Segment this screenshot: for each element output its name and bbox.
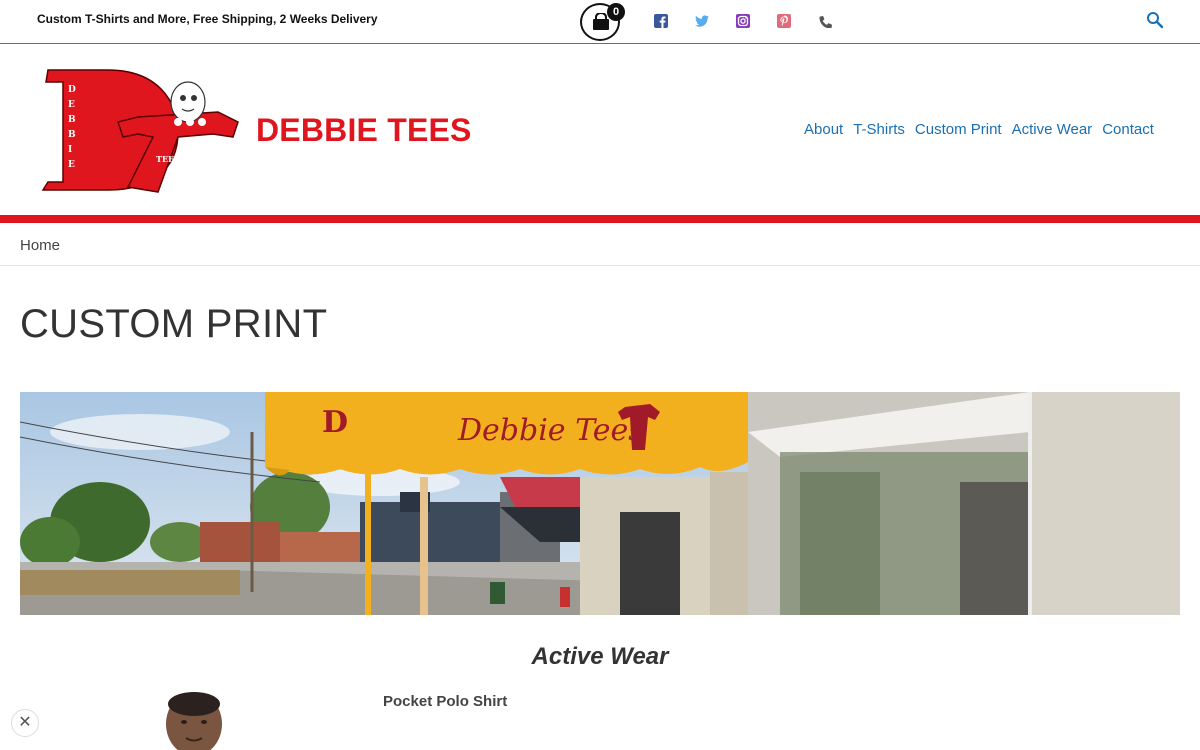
phone-icon[interactable] [818,14,832,28]
svg-text:I: I [68,145,72,155]
section-title: Active Wear [531,643,669,670]
product-name[interactable]: Pocket Polo Shirt [383,693,507,710]
page-title: CUSTOM PRINT [20,302,328,346]
pinterest-icon[interactable] [777,14,791,28]
nav-about[interactable]: About [804,121,843,138]
svg-text:D: D [68,85,76,95]
search-icon[interactable] [1146,11,1164,29]
storefront-banner-image: Debbie Tees D [20,392,1180,615]
svg-text:B: B [68,130,76,140]
nav-custom-print[interactable]: Custom Print [915,121,1002,138]
breadcrumb-home[interactable]: Home [20,237,60,254]
debbie-tees-logo-icon: D E B B I E TEES [41,69,239,193]
close-button[interactable]: ✕ [11,709,39,737]
facebook-icon[interactable] [654,14,668,28]
breadcrumb: Home [0,224,1200,266]
svg-text:E: E [68,100,75,110]
nav-t-shirts[interactable]: T-Shirts [853,121,905,138]
instagram-icon[interactable] [736,14,750,28]
top-bar: Custom T-Shirts and More, Free Shipping,… [0,0,1200,44]
svg-text:E: E [68,160,75,170]
brand-name[interactable]: DEBBIE TEES [256,112,472,149]
twitter-icon[interactable] [695,14,709,28]
awning-sign-text: Debbie Tees [457,413,644,448]
svg-text:TEES: TEES [156,154,180,164]
site-logo[interactable]: D E B B I E TEES [38,62,240,200]
model-photo [166,692,222,750]
storefront-photo: Debbie Tees D [20,392,1180,615]
product-thumbnail[interactable] [160,690,230,750]
svg-text:D: D [322,405,348,440]
cart-count-badge: 0 [607,3,625,21]
main-nav: About T-Shirts Custom Print Active Wear … [804,121,1154,138]
tagline: Custom T-Shirts and More, Free Shipping,… [37,12,378,26]
nav-active-wear[interactable]: Active Wear [1012,121,1093,138]
svg-text:B: B [68,115,76,125]
nav-contact[interactable]: Contact [1102,121,1154,138]
header-divider [0,215,1200,223]
